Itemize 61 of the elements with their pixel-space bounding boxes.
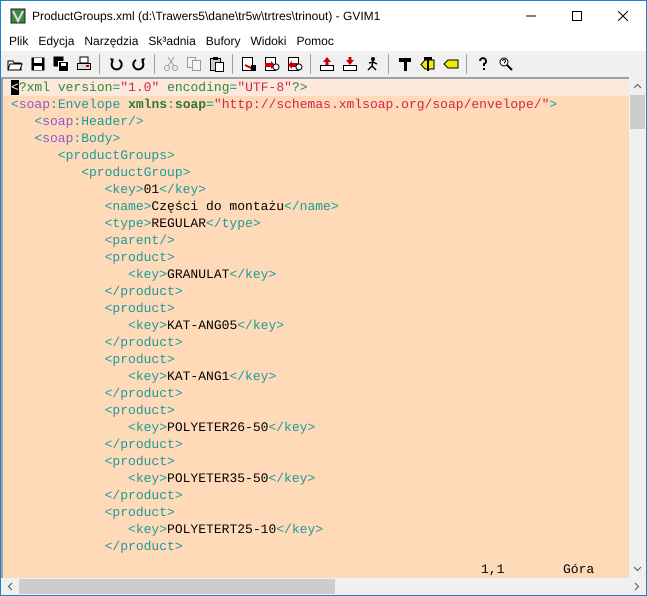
code-line: <product> (104, 453, 176, 470)
scroll-down-icon[interactable] (633, 566, 642, 572)
code-line: <productGroups> (56, 147, 176, 164)
floppy-disks-icon (52, 56, 68, 72)
code-line: <product> (104, 300, 176, 317)
code-line: <key>KAT-ANG1</key> (127, 368, 278, 385)
menu-item[interactable]: Widoki (245, 34, 292, 48)
menu-item[interactable]: Bufory (200, 34, 246, 48)
window-title: ProductGroups.xml (d:\Trawers5\dane\tr5w\trtres\trinout) - GVIM1 (32, 9, 382, 23)
copy-icon (186, 56, 202, 72)
code-line: <productGroup> (80, 164, 192, 181)
code-line: <key>GRANULAT</key> (127, 266, 278, 283)
menu-item[interactable]: Narzędzia (79, 34, 144, 48)
code-line: <product> (104, 351, 176, 368)
code-line: <parent/> (104, 232, 176, 249)
code-line: <product> (104, 504, 176, 521)
scroll-up-icon[interactable] (633, 83, 642, 89)
code-line: </product> (104, 538, 184, 555)
code-line: <key>POLYETERT25-10</key> (127, 521, 324, 538)
menu-item[interactable]: Plik (4, 34, 34, 48)
close-icon (618, 11, 628, 21)
code-line: <soap:Body> (33, 130, 122, 147)
code-line: </product> (104, 283, 184, 300)
tray-up-icon (318, 56, 334, 72)
page-search-icon (286, 56, 302, 72)
scroll-position: Góra (563, 561, 594, 578)
clipboard-icon (208, 56, 224, 72)
magnifier-question-icon (498, 56, 514, 72)
code-line: <product> (104, 402, 176, 419)
scrollbar-thumb[interactable] (19, 579, 335, 594)
scrollbar-thumb[interactable] (630, 95, 645, 129)
tray-down-icon (342, 56, 358, 72)
code-line: <type>REGULAR</type> (104, 215, 262, 232)
code-line: </product> (104, 436, 184, 453)
hammer-icon (396, 56, 412, 72)
redo-icon (130, 56, 146, 72)
scroll-left-icon[interactable] (7, 582, 13, 591)
code-line: <product> (104, 249, 176, 266)
code-line: <key>KAT-ANG05</key> (127, 317, 286, 334)
page-search-icon (264, 56, 280, 72)
code-line: <key>POLYETER26-50</key> (127, 419, 316, 436)
hammer-tag-icon (420, 56, 436, 72)
code-line: <key>01</key> (104, 181, 208, 198)
menu-item[interactable]: Edycja (33, 34, 80, 48)
page-replace-icon (240, 56, 256, 72)
code-line: </product> (104, 385, 184, 402)
menu-item[interactable]: Pomoc (291, 34, 339, 48)
code-line: <soap:Envelope xmlns:soap="http://schemas.xmlsoap.org/soap/envelope/"> (11, 96, 558, 113)
undo-icon (108, 56, 124, 72)
code-line: <soap:Header/> (33, 113, 145, 130)
scissors-icon (162, 56, 178, 72)
code-line: </product> (104, 487, 184, 504)
app-icon (9, 7, 27, 25)
code-line: </product> (104, 334, 184, 351)
code-line: <key>POLYETER35-50</key> (127, 470, 316, 487)
maximize-icon (572, 11, 582, 21)
scroll-right-icon[interactable] (634, 582, 640, 591)
menu-item[interactable]: Sk³adnia (143, 34, 201, 48)
printer-icon (76, 56, 92, 72)
cursor-position: 1,1 (481, 561, 506, 578)
code-line: <name>Części do montażu</name> (104, 198, 340, 215)
